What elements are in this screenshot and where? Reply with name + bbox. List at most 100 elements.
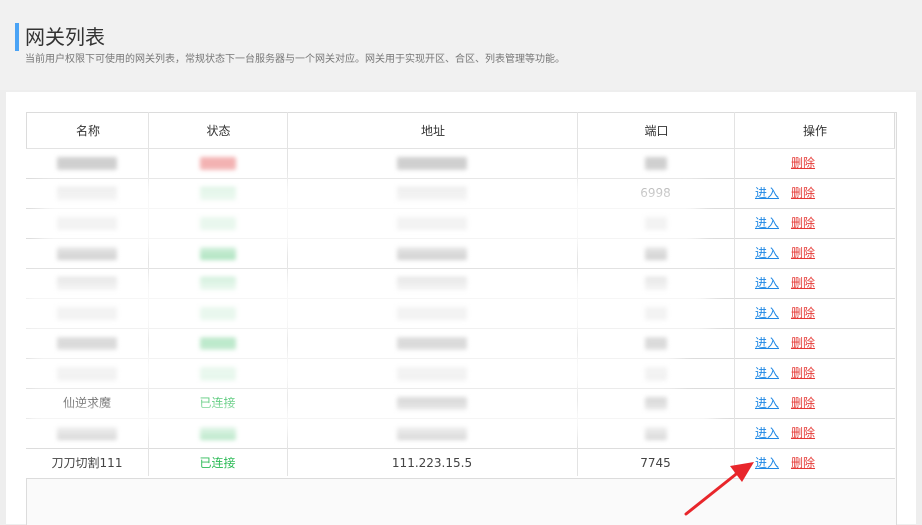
delete-link[interactable]: 删除 <box>791 449 815 478</box>
cell-address <box>287 329 577 358</box>
page-subtitle: 当前用户权限下可使用的网关列表，常规状态下一台服务器与一个网关对应。网关用于实现… <box>25 54 565 65</box>
enter-link[interactable]: 进入 <box>755 419 779 448</box>
redacted-port <box>644 217 667 230</box>
cell-address <box>287 239 577 268</box>
delete-link[interactable]: 删除 <box>791 149 815 178</box>
cell-name <box>26 299 148 328</box>
redacted-status <box>199 427 236 440</box>
cell-name <box>26 209 148 238</box>
redacted-port <box>644 397 667 410</box>
redacted-address <box>397 307 467 320</box>
page-title: 网关列表 <box>25 25 105 49</box>
cell-status <box>148 179 287 208</box>
cell-port <box>577 359 734 388</box>
column-header-status: 状态 <box>206 124 231 138</box>
cell-name <box>26 359 148 388</box>
redacted-address <box>397 397 467 410</box>
redacted-port <box>644 337 667 350</box>
redacted-status <box>199 247 236 260</box>
redacted-status <box>199 307 236 320</box>
cell-address: 111.223.15.5 <box>391 456 473 470</box>
table-row: 6998 进入 删除 <box>26 179 895 209</box>
redacted-name <box>57 217 117 230</box>
redacted-address <box>397 247 467 260</box>
delete-link[interactable]: 删除 <box>791 239 815 268</box>
redacted-address <box>397 427 467 440</box>
table-row: 刀刀切割111 已连接 111.223.15.5 7745 进入 删除 <box>26 449 895 479</box>
cell-address <box>287 419 577 448</box>
cell-port <box>577 239 734 268</box>
table-row: 删除 <box>26 149 895 179</box>
cell-name: 仙逆求魔 <box>62 396 111 410</box>
table-row: 仙逆求魔 已连接 进入 删除 <box>26 389 895 419</box>
cell-port <box>577 419 734 448</box>
delete-link[interactable]: 删除 <box>791 179 815 208</box>
enter-link[interactable]: 进入 <box>755 239 779 268</box>
redacted-port <box>644 307 667 320</box>
cell-name <box>26 269 148 298</box>
redacted-port <box>644 367 667 380</box>
redacted-address <box>397 337 467 350</box>
table-row: 进入 删除 <box>26 419 895 449</box>
redacted-address <box>397 367 467 380</box>
redacted-status <box>199 337 236 350</box>
delete-link[interactable]: 删除 <box>791 419 815 448</box>
cell-name <box>26 179 148 208</box>
enter-link[interactable]: 进入 <box>755 209 779 238</box>
enter-link[interactable]: 进入 <box>755 359 779 388</box>
delete-link[interactable]: 删除 <box>791 209 815 238</box>
enter-link[interactable]: 进入 <box>755 299 779 328</box>
column-divider <box>287 112 288 476</box>
delete-link[interactable]: 删除 <box>791 359 815 388</box>
page-header: 网关列表 当前用户权限下可使用的网关列表，常规状态下一台服务器与一个网关对应。网… <box>0 0 922 90</box>
cell-name <box>26 149 148 178</box>
redacted-name <box>57 277 117 290</box>
delete-link[interactable]: 删除 <box>791 299 815 328</box>
cell-status <box>148 329 287 358</box>
redacted-port <box>644 157 667 170</box>
enter-link[interactable]: 进入 <box>755 389 779 418</box>
redacted-status <box>199 277 236 290</box>
column-header-name: 名称 <box>75 124 100 138</box>
delete-link[interactable]: 删除 <box>791 329 815 358</box>
enter-link[interactable]: 进入 <box>755 269 779 298</box>
cell-status: 已连接 <box>199 456 236 470</box>
cell-status <box>148 419 287 448</box>
redacted-name <box>57 187 117 200</box>
redacted-status <box>199 367 236 380</box>
cell-port <box>577 389 734 418</box>
redacted-status <box>199 187 236 200</box>
cell-name <box>26 239 148 268</box>
cell-status <box>148 269 287 298</box>
redacted-address <box>397 217 467 230</box>
cell-address <box>287 359 577 388</box>
redacted-port <box>644 247 667 260</box>
redacted-port <box>644 427 667 440</box>
redacted-address <box>397 277 467 290</box>
cell-name <box>26 329 148 358</box>
cell-status <box>148 149 287 178</box>
delete-link[interactable]: 删除 <box>791 269 815 298</box>
redacted-name <box>57 247 117 260</box>
cell-address <box>287 149 577 178</box>
redacted-name <box>57 337 117 350</box>
column-divider <box>577 112 578 476</box>
cell-address <box>287 179 577 208</box>
title-accent-bar <box>15 23 19 51</box>
table-row: 进入 删除 <box>26 359 895 389</box>
column-divider <box>148 112 149 476</box>
redacted-status <box>199 217 236 230</box>
redacted-name <box>57 427 117 440</box>
enter-link[interactable]: 进入 <box>755 329 779 358</box>
redacted-address <box>397 157 467 170</box>
redacted-name <box>57 307 117 320</box>
cell-name: 刀刀切割111 <box>51 456 123 470</box>
cell-port <box>577 299 734 328</box>
cell-address <box>287 299 577 328</box>
cell-status <box>148 359 287 388</box>
enter-link[interactable]: 进入 <box>755 179 779 208</box>
delete-link[interactable]: 删除 <box>791 389 815 418</box>
redacted-name <box>57 157 117 170</box>
table-row: 进入 删除 <box>26 329 895 359</box>
cell-port <box>577 209 734 238</box>
